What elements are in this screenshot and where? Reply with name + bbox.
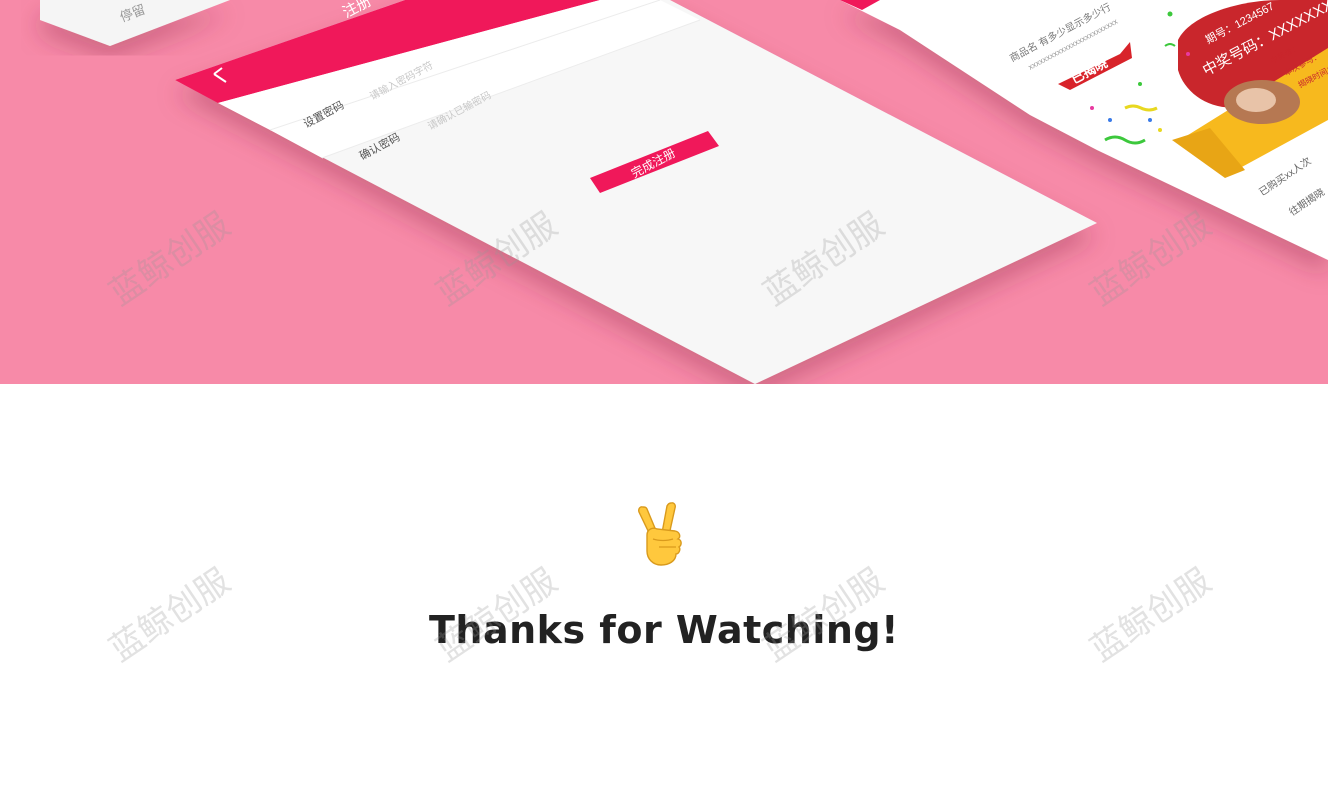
peace-hand-icon	[638, 502, 682, 566]
hero-banner: 停留 注册 设置密码 请输入密码字符 确认密码 请确认已输密码 完成注册 商品名…	[0, 0, 1328, 384]
left-card: 停留	[40, 0, 230, 46]
thanks-message: Thanks for Watching!	[429, 608, 899, 652]
perspective-mockup: 停留 注册 设置密码 请输入密码字符 确认密码 请确认已输密码 完成注册 商品名…	[40, 0, 1328, 384]
closing-section	[0, 384, 1328, 800]
